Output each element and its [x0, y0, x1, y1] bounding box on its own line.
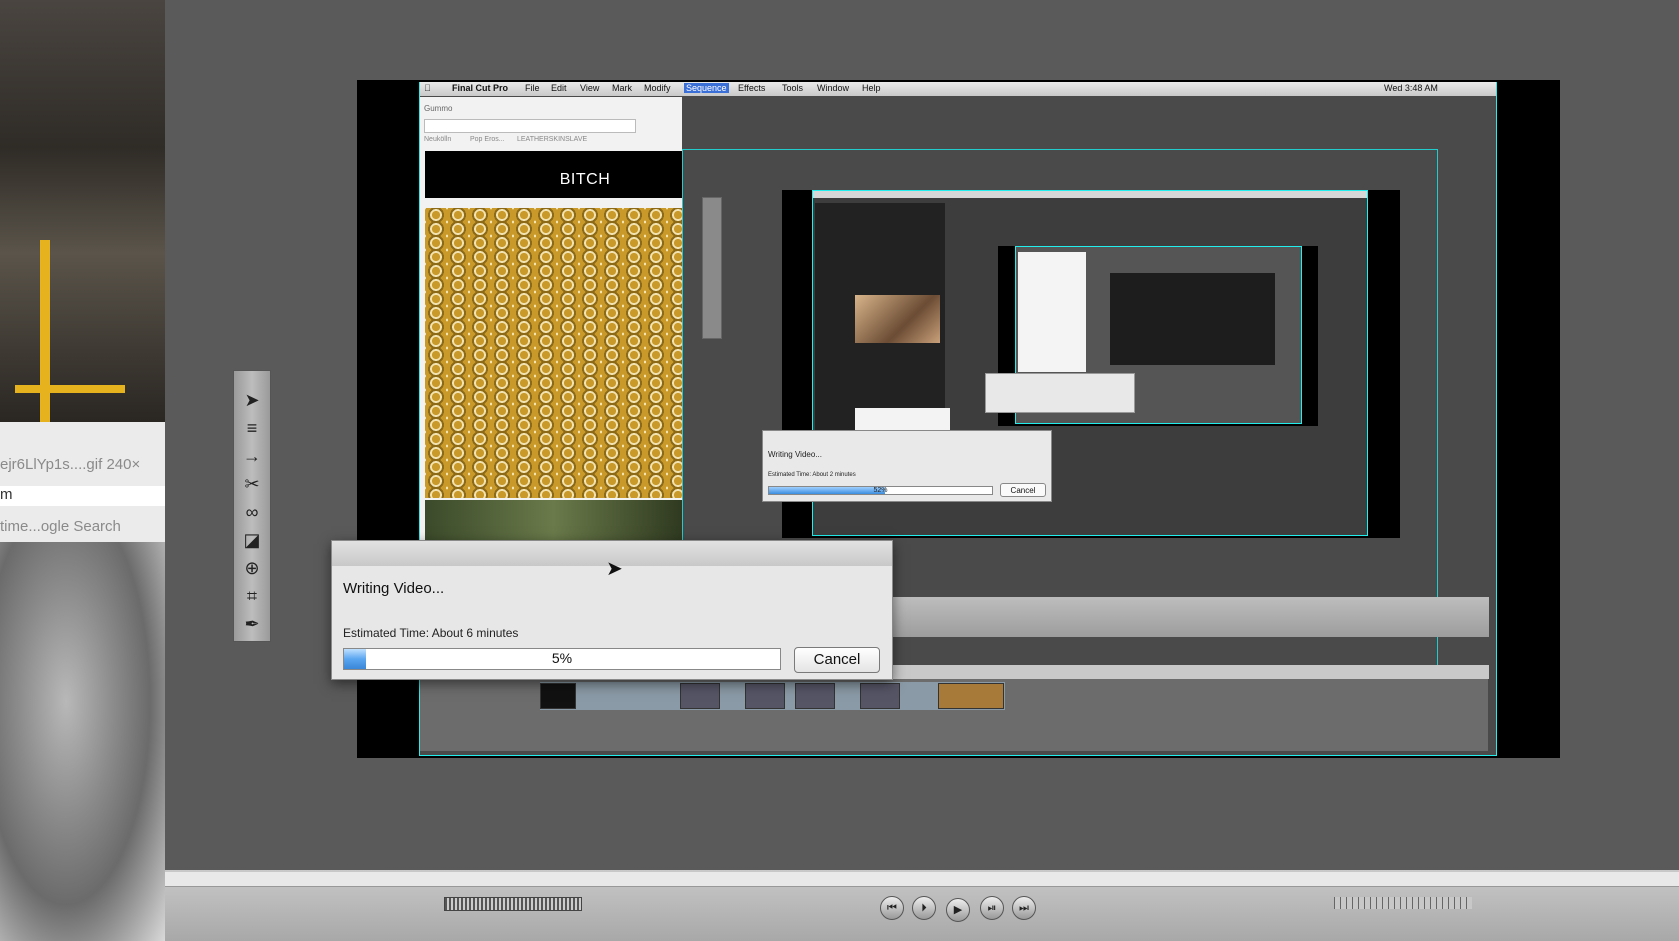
- bookmark-item[interactable]: Pop Eros...: [470, 136, 505, 143]
- menu-bar:  Final Cut Pro File Edit View Mark Modi…: [420, 82, 1496, 96]
- clip-thumbnail[interactable]: [745, 683, 785, 709]
- yellow-rack-bar: [15, 385, 125, 393]
- go-to-start-icon[interactable]: ⏮: [880, 896, 904, 920]
- apple-icon[interactable]: : [424, 83, 431, 93]
- menu-tools[interactable]: Tools: [782, 83, 803, 93]
- go-to-end-icon[interactable]: ⏭: [1012, 896, 1036, 920]
- bookmark-item[interactable]: Neukölln: [424, 136, 451, 143]
- left-photo-top: [0, 0, 165, 422]
- browser-tab[interactable]: Gummo: [424, 104, 452, 113]
- scrubber-bar[interactable]: [165, 872, 1679, 887]
- jog-slider[interactable]: [1334, 897, 1472, 909]
- garden-image: [425, 500, 682, 540]
- clip-black[interactable]: [540, 683, 576, 709]
- bookmark-item[interactable]: LEATHERSKINSLAVE: [517, 136, 587, 143]
- mouse-cursor-icon: ➤: [606, 558, 623, 580]
- slip-icon[interactable]: ∞: [238, 500, 266, 524]
- dialog-estimate: Estimated Time: About 6 minutes: [343, 626, 519, 640]
- nested-deeper-dialog: [985, 373, 1135, 413]
- nested-dialog-estimate: Estimated Time: About 2 minutes: [768, 472, 856, 478]
- clip-thumbnail[interactable]: [680, 683, 720, 709]
- nested-deeper-viewer: [1110, 273, 1275, 365]
- menu-modify[interactable]: Modify: [644, 83, 671, 93]
- pen-icon[interactable]: ✒: [238, 612, 266, 636]
- menu-file[interactable]: File: [525, 83, 540, 93]
- menu-mark[interactable]: Mark: [612, 83, 632, 93]
- browser-address-bar[interactable]: [424, 119, 636, 133]
- left-photo-bottom: [0, 542, 165, 941]
- play-in-out-icon[interactable]: ⏵: [912, 896, 936, 920]
- menu-clock[interactable]: Wed 3:48 AM: [1384, 83, 1438, 93]
- menu-sequence[interactable]: Sequence: [684, 83, 729, 93]
- pen-slant-icon[interactable]: ◪: [238, 528, 266, 552]
- menu-window[interactable]: Window: [817, 83, 849, 93]
- nested-progress-text: 52%: [873, 487, 888, 494]
- left-fragment[interactable]: m: [0, 486, 165, 506]
- browser-bookmarks: Neukölln Pop Eros... LEATHERSKINSLAVE: [420, 136, 682, 148]
- nested-cancel-button[interactable]: Cancel: [1000, 483, 1046, 497]
- menu-help[interactable]: Help: [862, 83, 881, 93]
- track-select-icon[interactable]: ≡: [238, 416, 266, 440]
- chains-image: [425, 208, 682, 498]
- nested-photo: [855, 295, 940, 343]
- timeline-controls: [893, 597, 1489, 637]
- play-around-icon[interactable]: ⏯: [980, 896, 1004, 920]
- dialog-title: Writing Video...: [343, 580, 445, 597]
- clip-selected[interactable]: [938, 683, 1004, 709]
- arrow-icon[interactable]: ➤: [238, 388, 266, 412]
- nested-browser-window: [1018, 252, 1086, 372]
- cancel-button[interactable]: Cancel: [794, 647, 880, 673]
- zoom-icon[interactable]: ⊕: [238, 556, 266, 580]
- clip-thumbnail[interactable]: [860, 683, 900, 709]
- ripple-icon[interactable]: →: [238, 444, 266, 468]
- nested-menu-bar: [813, 191, 1367, 198]
- crop-icon[interactable]: ⌗: [238, 584, 266, 608]
- nested-dialog-title: Writing Video...: [768, 450, 822, 459]
- yellow-rack-post: [40, 240, 50, 422]
- razor-icon[interactable]: ✂: [238, 472, 266, 496]
- clip-thumbnail[interactable]: [795, 683, 835, 709]
- menu-edit[interactable]: Edit: [551, 83, 567, 93]
- nested-tool-palette: [702, 197, 722, 339]
- left-filename[interactable]: ejr6LlYp1s....gif 240×: [0, 456, 165, 473]
- menu-effects[interactable]: Effects: [738, 83, 765, 93]
- progress-text: 5%: [551, 650, 573, 666]
- menu-app-name[interactable]: Final Cut Pro: [452, 83, 508, 93]
- menu-view[interactable]: View: [580, 83, 599, 93]
- shuttle-control[interactable]: [444, 897, 582, 911]
- left-search-item[interactable]: time...ogle Search: [0, 518, 165, 535]
- timeline-ruler[interactable]: [893, 665, 1489, 679]
- play-icon[interactable]: ▶: [946, 898, 970, 922]
